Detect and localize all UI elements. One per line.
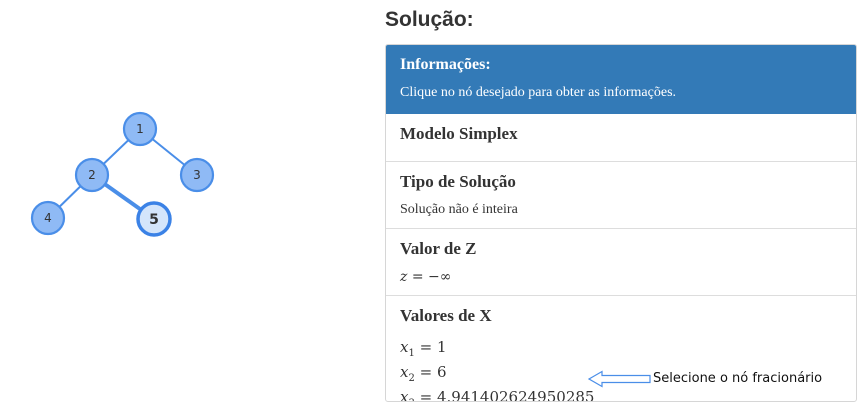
info-header: Informações: Clique no nó desejado para … <box>386 45 856 114</box>
hint-text: Selecione o nó fracionário <box>653 371 823 386</box>
tree-node-1[interactable]: 1 <box>122 111 158 147</box>
tree-node-4[interactable]: 4 <box>30 200 66 236</box>
simplex-model-section: Modelo Simplex <box>386 114 856 161</box>
solution-type-value: Solução não é inteira <box>400 202 518 217</box>
solution-type-heading: Tipo de Solução <box>400 172 516 191</box>
arrow-left-outline-icon <box>588 370 651 388</box>
z-value-expression: z = −∞ <box>400 269 452 285</box>
z-value-heading: Valor de Z <box>400 239 477 258</box>
info-heading: Informações: <box>400 56 491 73</box>
solution-title: Solução: <box>385 8 474 31</box>
x-values-heading: Valores de X <box>400 306 492 325</box>
z-value-section: Valor de Z z = −∞ <box>386 228 856 295</box>
tree-node-2[interactable]: 2 <box>74 157 110 193</box>
branch-and-bound-tree: 1 2 3 4 5 <box>30 111 215 237</box>
info-subtext: Clique no nó desejado para obter as info… <box>400 85 677 100</box>
x-value-row-1: x1 = 1 <box>400 338 447 359</box>
tree-node-5[interactable]: 5 <box>136 201 172 237</box>
solution-type-section: Tipo de Solução Solução não é inteira <box>386 161 856 228</box>
solution-panel: Informações: Clique no nó desejado para … <box>385 44 857 402</box>
simplex-model-heading: Modelo Simplex <box>400 124 518 143</box>
tree-node-3[interactable]: 3 <box>179 157 215 193</box>
x-value-row-3: x3 = 4.941402624950285 <box>400 388 595 402</box>
